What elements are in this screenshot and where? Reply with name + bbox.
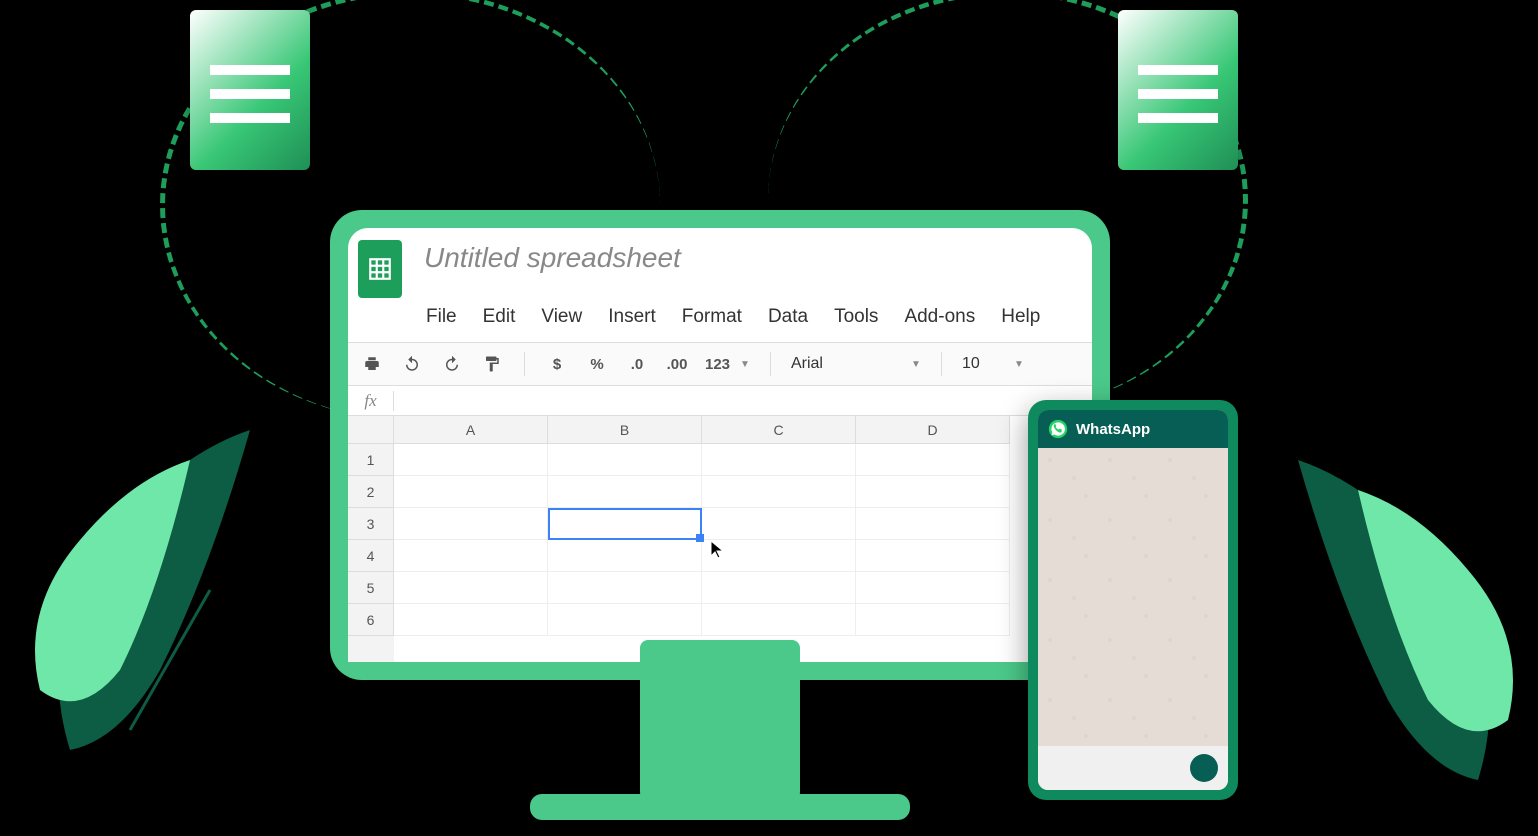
phone-frame: WhatsApp: [1028, 400, 1238, 800]
row-header[interactable]: 4: [348, 540, 394, 572]
cell[interactable]: [548, 604, 702, 636]
number-format-button[interactable]: 123▼: [705, 349, 750, 379]
menu-file[interactable]: File: [426, 306, 457, 328]
fx-label: fx: [348, 391, 394, 411]
cell[interactable]: [856, 508, 1010, 540]
column-header[interactable]: B: [548, 416, 702, 444]
formula-input[interactable]: [394, 386, 1092, 415]
whatsapp-chat-area[interactable]: [1038, 448, 1228, 746]
cell[interactable]: [548, 540, 702, 572]
selected-cell-outline[interactable]: [548, 508, 702, 540]
toolbar-separator: [524, 352, 525, 376]
cell[interactable]: [856, 444, 1010, 476]
cell[interactable]: [856, 476, 1010, 508]
cursor-icon: [710, 540, 726, 565]
print-icon[interactable]: [360, 349, 384, 379]
font-size-selector[interactable]: 10▼: [962, 349, 1024, 379]
cell[interactable]: [856, 572, 1010, 604]
cell[interactable]: [702, 508, 856, 540]
spreadsheet-grid: 1 2 3 4 5 6 A B C D: [348, 416, 1092, 662]
whatsapp-input-bar: [1038, 746, 1228, 790]
sheets-logo-icon: [358, 240, 402, 298]
menu-insert[interactable]: Insert: [608, 306, 656, 328]
cell[interactable]: [856, 540, 1010, 572]
row-header[interactable]: 3: [348, 508, 394, 540]
whatsapp-header: WhatsApp: [1038, 410, 1228, 448]
monitor-frame: Untitled spreadsheet File Edit View Inse…: [330, 210, 1110, 680]
cell[interactable]: [548, 444, 702, 476]
column-header[interactable]: C: [702, 416, 856, 444]
menu-edit[interactable]: Edit: [483, 306, 516, 328]
cell[interactable]: [702, 444, 856, 476]
document-title[interactable]: Untitled spreadsheet: [424, 242, 681, 274]
increase-decimal-button[interactable]: .00: [665, 349, 689, 379]
paint-format-icon[interactable]: [480, 349, 504, 379]
select-all-corner[interactable]: [348, 416, 394, 444]
column-header[interactable]: D: [856, 416, 1010, 444]
menu-addons[interactable]: Add-ons: [904, 306, 975, 328]
monitor-camera-tab: [565, 148, 875, 228]
formula-bar: fx: [348, 386, 1092, 416]
menu-tools[interactable]: Tools: [834, 306, 878, 328]
spreadsheet-app: Untitled spreadsheet File Edit View Inse…: [348, 228, 1092, 662]
undo-icon[interactable]: [400, 349, 424, 379]
cell[interactable]: [702, 476, 856, 508]
currency-button[interactable]: $: [545, 349, 569, 379]
document-icon: [190, 10, 310, 170]
monitor-stand: [530, 794, 910, 820]
menu-view[interactable]: View: [541, 306, 582, 328]
toolbar: $ % .0 .00 123▼ Arial▼ 10▼: [348, 342, 1092, 386]
document-icon: [1118, 10, 1238, 170]
cell[interactable]: [856, 604, 1010, 636]
cell[interactable]: [394, 476, 548, 508]
whatsapp-icon: [1048, 419, 1068, 439]
whatsapp-title: WhatsApp: [1076, 421, 1150, 438]
cell[interactable]: [548, 572, 702, 604]
decorative-leaves-right: [1188, 400, 1538, 820]
row-header[interactable]: 2: [348, 476, 394, 508]
font-selector[interactable]: Arial▼: [791, 349, 921, 379]
percent-button[interactable]: %: [585, 349, 609, 379]
decrease-decimal-button[interactable]: .0: [625, 349, 649, 379]
menu-data[interactable]: Data: [768, 306, 808, 328]
menu-bar: File Edit View Insert Format Data Tools …: [348, 298, 1092, 342]
cell[interactable]: [394, 572, 548, 604]
cell[interactable]: [394, 540, 548, 572]
toolbar-separator: [941, 352, 942, 376]
redo-icon[interactable]: [440, 349, 464, 379]
menu-help[interactable]: Help: [1001, 306, 1040, 328]
decorative-leaves-left: [10, 370, 360, 790]
cell[interactable]: [394, 508, 548, 540]
row-header[interactable]: 6: [348, 604, 394, 636]
send-button[interactable]: [1190, 754, 1218, 782]
cell[interactable]: [394, 604, 548, 636]
cell[interactable]: [702, 604, 856, 636]
cell[interactable]: [394, 444, 548, 476]
cell[interactable]: [548, 476, 702, 508]
toolbar-separator: [770, 352, 771, 376]
menu-format[interactable]: Format: [682, 306, 742, 328]
cell[interactable]: [702, 572, 856, 604]
whatsapp-app: WhatsApp: [1038, 410, 1228, 790]
row-header[interactable]: 1: [348, 444, 394, 476]
row-header[interactable]: 5: [348, 572, 394, 604]
column-header[interactable]: A: [394, 416, 548, 444]
